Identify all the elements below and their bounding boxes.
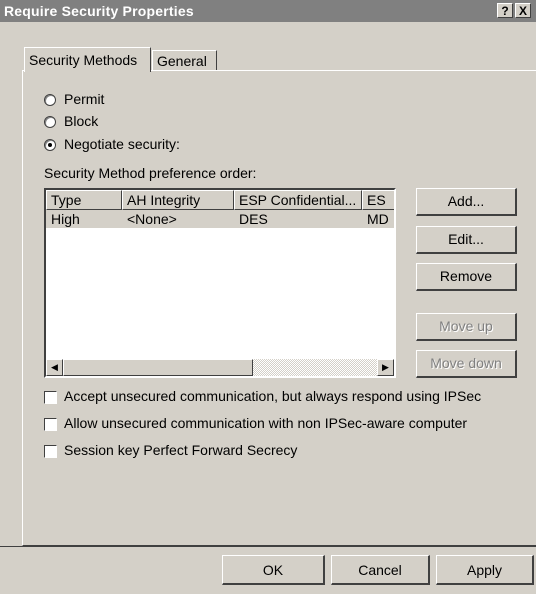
cancel-button[interactable]: Cancel xyxy=(331,555,430,585)
accept-unsecured-label: Accept unsecured communication, but alwa… xyxy=(64,388,482,404)
accept-unsecured-checkbox[interactable] xyxy=(44,391,57,404)
window-title: Require Security Properties xyxy=(4,3,194,19)
radio-negotiate-security[interactable] xyxy=(44,139,56,151)
allow-unsecured-label: Allow unsecured communication with non I… xyxy=(64,415,468,431)
remove-button-label: Remove xyxy=(439,268,493,284)
radio-block[interactable] xyxy=(44,116,56,128)
cell-es: MD xyxy=(367,211,389,227)
edit-button[interactable]: Edit... xyxy=(416,226,517,254)
column-header-ah-integrity[interactable]: AH Integrity xyxy=(122,190,234,210)
footer-divider xyxy=(0,546,536,547)
move-up-button[interactable]: Move up xyxy=(416,313,517,341)
add-button[interactable]: Add... xyxy=(416,188,517,216)
horizontal-scrollbar[interactable]: ◀ ▶ xyxy=(46,359,394,376)
apply-button[interactable]: Apply xyxy=(436,555,534,585)
move-down-button-label: Move down xyxy=(430,355,502,371)
title-bar[interactable]: Require Security Properties ? X xyxy=(0,0,536,22)
remove-button[interactable]: Remove xyxy=(416,263,517,291)
edit-button-label: Edit... xyxy=(448,231,484,247)
tab-security-methods[interactable]: Security Methods xyxy=(24,47,151,72)
pfs-checkbox[interactable] xyxy=(44,445,57,458)
scroll-right-icon[interactable]: ▶ xyxy=(377,359,394,376)
table-row[interactable]: High <None> DES MD xyxy=(46,210,394,228)
cancel-button-label: Cancel xyxy=(358,562,402,578)
column-header-esp-confidentiality[interactable]: ESP Confidential... xyxy=(234,190,362,210)
radio-permit-label: Permit xyxy=(64,91,105,107)
cell-type: High xyxy=(51,211,80,227)
cell-ah-integrity: <None> xyxy=(127,211,177,227)
move-down-button[interactable]: Move down xyxy=(416,350,517,378)
ok-button[interactable]: OK xyxy=(222,555,325,585)
radio-block-label: Block xyxy=(64,113,99,129)
scroll-thumb[interactable] xyxy=(63,359,253,376)
ok-button-label: OK xyxy=(262,562,284,578)
dialog-window: Require Security Properties ? X Security… xyxy=(0,0,536,594)
pfs-label: Session key Perfect Forward Secrecy xyxy=(64,442,298,458)
scroll-track[interactable] xyxy=(63,359,377,376)
cell-esp-confidentiality: DES xyxy=(239,211,268,227)
move-up-button-label: Move up xyxy=(439,318,493,334)
help-button[interactable]: ? xyxy=(497,3,513,18)
close-button[interactable]: X xyxy=(515,3,531,18)
scroll-left-icon[interactable]: ◀ xyxy=(46,359,63,376)
allow-unsecured-checkbox[interactable] xyxy=(44,418,57,431)
radio-selected-dot xyxy=(48,143,52,147)
tab-general[interactable]: General xyxy=(152,50,217,71)
apply-button-label: Apply xyxy=(466,562,503,578)
column-header-es[interactable]: ES xyxy=(362,190,394,210)
radio-negotiate-label: Negotiate security: xyxy=(64,136,180,152)
radio-permit[interactable] xyxy=(44,94,56,106)
list-caption: Security Method preference order: xyxy=(44,165,257,181)
column-header-type[interactable]: Type xyxy=(46,190,122,210)
security-method-list[interactable]: Type AH Integrity ESP Confidential... ES… xyxy=(44,188,396,378)
add-button-label: Add... xyxy=(447,193,485,209)
